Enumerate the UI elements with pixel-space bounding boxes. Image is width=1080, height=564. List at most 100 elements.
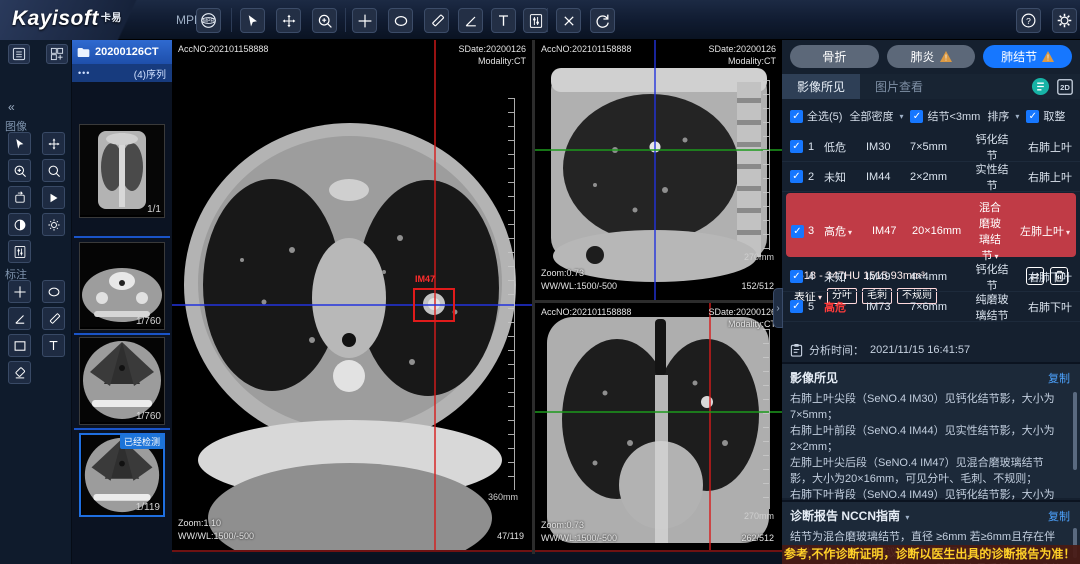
study-date: SDate:20200126 — [458, 44, 526, 54]
folder-icon — [77, 47, 90, 58]
pan-icon — [281, 13, 297, 29]
nodule-location-dropdown[interactable]: 左肺上叶▾ — [1004, 223, 1070, 239]
risk-level-high: 高危 — [824, 299, 866, 315]
cursor-tool-button[interactable] — [8, 132, 31, 155]
text-annot-button[interactable] — [42, 334, 65, 357]
mode-lung-nodule-button[interactable]: 肺结节 ! — [983, 45, 1072, 68]
viewport-sagittal[interactable]: 270mm AccNO:202101158888 SDate:20200126 … — [535, 40, 782, 300]
series-list-tab[interactable] — [8, 44, 30, 64]
scale-ruler — [508, 98, 515, 490]
thumbnail-series4-selected[interactable]: 已经检测 1/119 — [79, 433, 165, 517]
checkbox-checked[interactable]: ✓ — [791, 225, 804, 238]
copy-findings-button[interactable]: 复制 — [1048, 370, 1070, 386]
risk-level: 未知 — [824, 269, 866, 285]
scout-image — [80, 125, 164, 215]
checkbox-checked[interactable]: ✓ — [910, 110, 923, 123]
nodule-row-5[interactable]: ✓ 5 高危 IM73 7×6mm 纯磨玻璃结节 右肺下叶 — [782, 292, 1080, 322]
view-2d-icon[interactable]: 2D — [1056, 78, 1074, 96]
lt3mm-checkbox[interactable]: ✓结节<3mm — [910, 108, 980, 124]
clear-annotations-button[interactable] — [556, 8, 581, 33]
crosshair-annot-button[interactable] — [8, 280, 31, 303]
report-icon[interactable] — [1031, 77, 1050, 96]
ellipse-icon — [393, 13, 409, 29]
reset-button[interactable] — [590, 8, 615, 33]
density-dropdown[interactable]: 全部密度▾ — [849, 108, 903, 124]
checkbox-checked[interactable]: ✓ — [790, 170, 803, 183]
mpr-mode-button[interactable]: MPR — [196, 8, 221, 33]
checkbox-checked[interactable]: ✓ — [790, 140, 803, 153]
window-level: WW/WL:1500/-500 — [541, 533, 617, 543]
mode-fracture-button[interactable]: 骨折 — [790, 45, 879, 68]
invert-tool-button[interactable] — [8, 213, 31, 236]
accession-number: AccNO:202101158888 — [178, 44, 268, 54]
chevron-down-icon[interactable]: ▾ — [905, 513, 909, 522]
pan-tool-button[interactable] — [276, 8, 301, 33]
report-title: 诊断报告 NCCN指南 ▾ — [790, 507, 909, 524]
flip-tool-button[interactable] — [42, 186, 65, 209]
pencil-annot-button[interactable] — [42, 307, 65, 330]
thumbnail-scout[interactable]: 1/1 — [79, 124, 165, 218]
study-header[interactable]: 20200126CT — [72, 40, 172, 64]
checkbox-checked[interactable]: ✓ — [790, 270, 803, 283]
mode-pneumonia-button[interactable]: 肺炎 ! — [887, 45, 976, 68]
study-date: SDate:20200126 — [708, 44, 776, 54]
ruler-tool-button[interactable] — [424, 8, 449, 33]
panel-collapse-handle[interactable]: › — [773, 288, 783, 328]
copy-report-button[interactable]: 复制 — [1048, 508, 1070, 524]
zoom-in-tool-button[interactable] — [8, 159, 31, 182]
risk-level-dropdown[interactable]: 高危▾ — [824, 223, 872, 239]
series-count: (4)序列 — [134, 66, 166, 81]
nodule-index: 3 — [808, 225, 824, 237]
gear-icon — [1056, 12, 1073, 29]
rotate-image-button[interactable] — [8, 186, 31, 209]
nodule-location: 右肺下叶 — [1012, 299, 1072, 315]
study-menu-dots[interactable]: ••• — [78, 68, 90, 78]
wwwl-tool-button[interactable] — [8, 240, 31, 263]
svg-text:MPR: MPR — [203, 19, 215, 25]
brightness-tool-button[interactable] — [42, 213, 65, 236]
round-checkbox[interactable]: ✓取整 — [1026, 108, 1065, 124]
angle-annot-button[interactable] — [8, 307, 31, 330]
nodule-row-2[interactable]: ✓ 2 未知 IM44 2×2mm 实性结节 右肺上叶 — [782, 162, 1080, 192]
tab-imaging-findings[interactable]: 影像所见 — [782, 74, 860, 99]
cursor-tool-button[interactable] — [240, 8, 265, 33]
checkbox-checked[interactable]: ✓ — [1026, 110, 1039, 123]
ellipse-annot-button[interactable] — [42, 280, 65, 303]
pan-tool-button[interactable] — [42, 132, 65, 155]
thumbnail-series3[interactable]: 1/760 — [79, 337, 165, 425]
help-button[interactable]: ? — [1016, 8, 1041, 33]
pencil-ruler-icon — [429, 13, 445, 29]
angle-tool-button[interactable] — [458, 8, 483, 33]
viewport-coronal[interactable]: 270mm AccNO:202101158888 SDate:20200126 … — [535, 303, 782, 552]
collapse-sidebar-button[interactable]: « — [8, 100, 15, 114]
findings-scrollbar[interactable] — [1073, 392, 1077, 470]
wwwl-tool-button[interactable] — [523, 8, 548, 33]
select-all-checkbox[interactable]: ✓全选(5) — [790, 108, 842, 124]
nodule-bounding-box[interactable] — [413, 288, 455, 322]
eraser-annot-button[interactable] — [8, 361, 31, 384]
nodule-row-1[interactable]: ✓ 1 低危 IM30 7×5mm 钙化结节 右肺上叶 — [782, 132, 1080, 162]
nodule-type-dropdown[interactable]: 混合磨玻璃结节▾ — [976, 199, 1004, 263]
sort-dropdown[interactable]: 排序▾ — [987, 108, 1019, 124]
rect-annot-button[interactable] — [8, 334, 31, 357]
structure-tab[interactable] — [46, 44, 68, 64]
text-tool-button[interactable] — [491, 8, 516, 33]
crosshair-tool-button[interactable] — [352, 8, 377, 33]
angle-icon — [463, 13, 479, 29]
nodule-row-3-selected[interactable]: ✓ 3 高危▾ IM47 20×16mm 混合磨玻璃结节▾ 左肺上叶▾ -618… — [786, 193, 1076, 257]
tab-image-view[interactable]: 图片查看 — [860, 74, 938, 99]
ellipse-tool-button[interactable] — [388, 8, 413, 33]
nodule-row-4[interactable]: ✓ 4 未知 IM49 4×4mm 钙化结节 右肺下叶 — [782, 262, 1080, 292]
viewport-axial[interactable]: IM47 360mm AccNO:202101158888 SDate:2020… — [172, 40, 532, 552]
warning-icon: ! — [1042, 51, 1054, 62]
magnify-tool-button[interactable] — [42, 159, 65, 182]
nodule-type: 纯磨玻璃结节 — [972, 291, 1012, 323]
chevron-down-icon: ▾ — [899, 112, 903, 121]
axial-ct-image — [172, 40, 532, 552]
thumbnail-series2[interactable]: 1/760 — [79, 242, 165, 330]
checkbox-checked[interactable]: ✓ — [790, 300, 803, 313]
settings-button[interactable] — [1052, 8, 1077, 33]
checkbox-checked[interactable]: ✓ — [790, 110, 803, 123]
zoom-tool-button[interactable] — [312, 8, 337, 33]
flip-play-icon — [47, 191, 61, 205]
